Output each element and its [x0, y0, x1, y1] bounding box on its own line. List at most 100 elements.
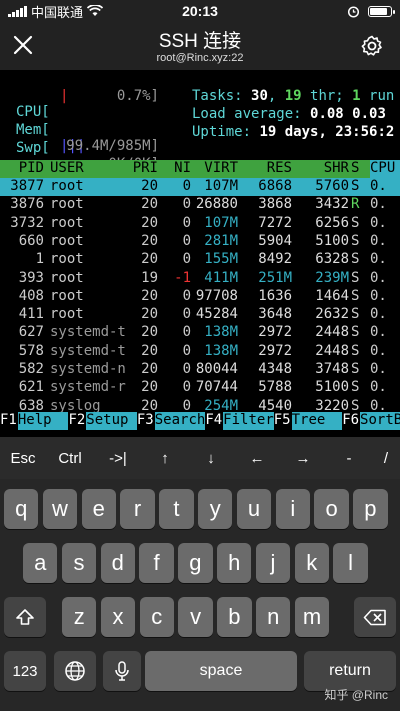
key-j[interactable]: j	[255, 543, 291, 583]
globe-icon	[65, 661, 85, 681]
fkey-number: F6	[342, 412, 361, 430]
key-u[interactable]: u	[236, 489, 272, 529]
column-header-pid[interactable]: PID	[19, 160, 44, 176]
key-b[interactable]: b	[217, 597, 252, 637]
process-row[interactable]: 660 root 20 0 281M 5904 5100 S 0.	[0, 233, 400, 251]
process-row[interactable]: 1 root 20 0 155M 8492 6328 S 0.	[0, 251, 400, 269]
cell-res: 1636	[258, 287, 292, 304]
accessory-key[interactable]: ←	[234, 437, 280, 479]
accessory-key[interactable]: ↓	[188, 437, 234, 479]
key-f[interactable]: f	[139, 543, 174, 583]
clock: 20:13	[182, 3, 218, 19]
cell-s: S	[351, 379, 360, 396]
cell-virt: 138M	[204, 324, 238, 341]
column-header-cpu[interactable]: CPU	[370, 160, 395, 176]
cell-res: 4348	[258, 361, 292, 377]
accessory-key[interactable]: ->|	[94, 437, 142, 479]
dictation-key[interactable]	[103, 651, 141, 691]
process-row[interactable]: 3876 root 20 0 26880 3868 3432 R 0.	[0, 196, 400, 214]
cell-virt: 107M	[204, 214, 238, 231]
accessory-key[interactable]: -	[326, 437, 372, 479]
key-n[interactable]: n	[256, 597, 291, 637]
cell-pid: 621	[18, 379, 44, 396]
key-d[interactable]: d	[100, 543, 135, 583]
cell-ni: 0	[182, 251, 191, 268]
process-row[interactable]: 582 systemd-n 20 0 80044 4348 3748 S 0.	[0, 361, 400, 379]
process-row[interactable]: 3877 root 20 0 107M 6868 5760 S 0.	[0, 178, 400, 196]
column-header-user[interactable]: USER	[50, 160, 84, 176]
cell-res: 5904	[258, 232, 292, 249]
key-h[interactable]: h	[217, 543, 252, 583]
column-header-ni[interactable]: NI	[174, 160, 191, 176]
fkey-help[interactable]: F1 Help	[0, 412, 69, 430]
globe-key[interactable]	[54, 651, 96, 691]
key-t[interactable]: t	[159, 489, 194, 529]
key-r[interactable]: r	[120, 489, 155, 529]
shift-key[interactable]	[4, 597, 46, 637]
cell-pid: 3877	[10, 178, 44, 194]
cell-s: S	[351, 269, 360, 286]
process-row[interactable]: 411 root 20 0 45284 3648 2632 S 0.	[0, 306, 400, 324]
cell-shr: 3748	[315, 361, 349, 377]
key-k[interactable]: k	[294, 543, 329, 583]
process-row[interactable]: 578 systemd-t 20 0 138M 2972 2448 S 0.	[0, 343, 400, 361]
key-y[interactable]: y	[198, 489, 233, 529]
key-e[interactable]: e	[81, 489, 116, 529]
process-row[interactable]: 621 systemd-r 20 0 70744 5788 5100 S 0.	[0, 379, 400, 397]
column-header-virt[interactable]: VIRT	[204, 160, 238, 176]
key-w[interactable]: w	[42, 489, 78, 529]
return-key[interactable]: return	[304, 651, 396, 691]
column-header-pri[interactable]: PRI	[133, 160, 158, 176]
key-g[interactable]: g	[178, 543, 213, 583]
accessory-key[interactable]: Esc	[0, 437, 46, 479]
fkey-setup[interactable]: F2 Setup	[68, 412, 137, 430]
column-header-s[interactable]: S	[351, 160, 359, 176]
key-v[interactable]: v	[178, 597, 213, 637]
fkey-filter[interactable]: F4 Filter	[205, 412, 274, 430]
accessory-key[interactable]: →	[280, 437, 326, 479]
process-row[interactable]: 408 root 20 0 97708 1636 1464 S 0.	[0, 288, 400, 306]
cell-virt: 70744	[195, 379, 238, 396]
fkey-search[interactable]: F3 Search	[136, 412, 206, 430]
cell-pri: 20	[141, 196, 158, 213]
column-header-res[interactable]: RES	[267, 160, 292, 176]
key-a[interactable]: a	[23, 543, 58, 583]
key-s[interactable]: s	[61, 543, 97, 583]
key-p[interactable]: p	[353, 489, 388, 529]
accessory-key[interactable]: ↑	[142, 437, 188, 479]
accessory-key[interactable]: Ctrl	[46, 437, 94, 479]
cell-pri: 19	[141, 269, 158, 286]
fkey-label: Filter	[223, 412, 274, 430]
cell-shr: 2632	[315, 306, 349, 323]
accessory-key[interactable]: /	[372, 437, 400, 479]
process-row[interactable]: 3732 root 20 0 107M 7272 6256 S 0.	[0, 215, 400, 233]
key-m[interactable]: m	[294, 597, 330, 637]
fkey-sortb[interactable]: F6 SortB	[342, 412, 400, 430]
cell-cpu: 0.	[370, 196, 387, 213]
key-z[interactable]: z	[62, 597, 97, 637]
process-row[interactable]: 627 systemd-t 20 0 138M 2972 2448 S 0.	[0, 324, 400, 342]
cell-virt: 138M	[204, 342, 238, 359]
load-average: Load average: 0.08 0.03	[192, 106, 386, 122]
cell-user: root	[50, 232, 84, 249]
cell-res: 251M	[258, 269, 292, 286]
key-c[interactable]: c	[139, 597, 174, 637]
process-row[interactable]: 393 root 19 -1 411M 251M 239M S 0.	[0, 270, 400, 288]
column-header-shr[interactable]: SHR	[324, 160, 349, 176]
terminal-screen[interactable]: CPU[ | 0.7%] Mem[ ||| 99.4M/985M] Swp[ 0…	[0, 70, 400, 431]
uptime-info: Uptime: 19 days, 23:56:2	[192, 124, 395, 140]
cell-ni: 0	[182, 232, 191, 249]
space-key[interactable]: space	[145, 651, 297, 691]
fkey-tree[interactable]: F5 Tree	[273, 412, 343, 430]
gear-icon[interactable]	[360, 34, 384, 58]
backspace-key[interactable]	[354, 597, 396, 637]
cell-pri: 20	[141, 306, 158, 323]
numbers-key[interactable]: 123	[4, 651, 46, 691]
key-l[interactable]: l	[333, 543, 368, 583]
key-q[interactable]: q	[4, 489, 39, 529]
cell-cpu: 0.	[370, 178, 387, 194]
key-i[interactable]: i	[275, 489, 310, 529]
fkey-label: Help	[17, 412, 69, 430]
key-o[interactable]: o	[314, 489, 349, 529]
key-x[interactable]: x	[100, 597, 136, 637]
